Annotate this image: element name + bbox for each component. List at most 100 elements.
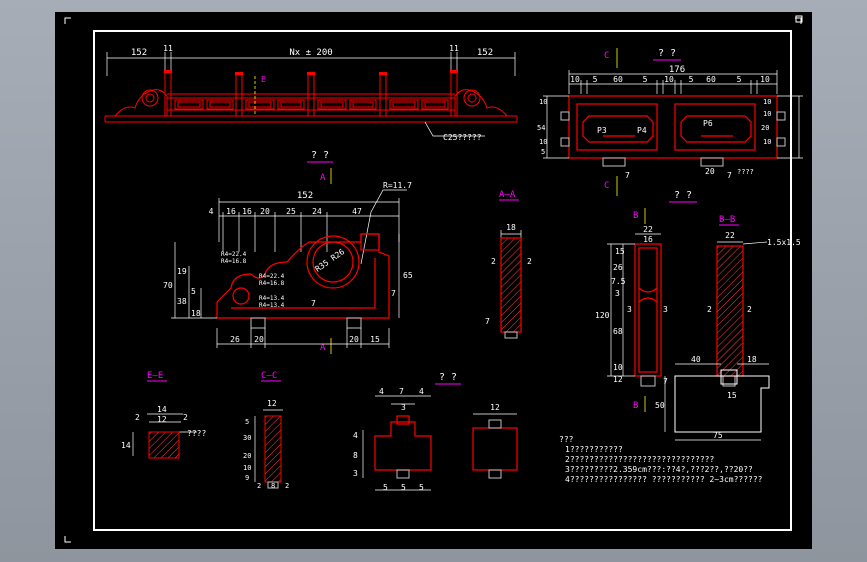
plan-side-dim-3: 10 (539, 138, 547, 146)
section-ee-dim-4: 2 (135, 413, 140, 422)
side-left-dim-1: 15 (615, 247, 625, 256)
plan-dim-top-8: 5 (737, 75, 742, 84)
side-left-dim-8: 12 (613, 375, 623, 384)
front-radius-5: R4=13.4 (259, 295, 285, 302)
section-bb-left: 2 (707, 305, 712, 314)
front-view-title: ? ? (311, 150, 329, 161)
front-mid-dim: 7 (311, 299, 316, 308)
section-ee-dim-2: 2 (183, 413, 188, 422)
plan-dim-top-4: 5 (643, 75, 648, 84)
section-aa-title: A—A (499, 190, 516, 200)
cad-viewport[interactable]: 152 11 Nx ± 200 11 152 E C25????? ? ? C … (0, 0, 867, 562)
section-cc-top: 12 (267, 399, 277, 408)
note-line-1: 1??????????? (565, 445, 623, 454)
section-cc-bottom-3: 2 (285, 482, 289, 490)
section-ee: E—E 14 2 12 2 14 ???? (121, 371, 206, 459)
notes-heading: ??? (559, 435, 574, 444)
front-section-mark-bottom: A (320, 343, 326, 353)
side-left-dim-5: 68 (613, 327, 623, 336)
front-section-mark-top: A (320, 173, 326, 183)
railing-dim-span: Nx ± 200 (289, 48, 332, 58)
section-cc-bottom-2: 8 (271, 482, 275, 490)
note-line-3: 3?????????2.359cm???:??4?,???2??,??20?? (565, 465, 753, 474)
detail-bottom-dim-2: 5 (401, 483, 406, 492)
section-cc-left-3: 20 (243, 452, 251, 460)
detail-left-dim-1: 4 (353, 431, 358, 440)
plan-overall-dim: 176 (669, 65, 685, 75)
detail-bottom-dim-3: 5 (419, 483, 424, 492)
section-ee-title: E—E (147, 371, 163, 381)
front-dim-bottom-2: 20 (254, 335, 264, 344)
side-left-dim-4: 3 (615, 289, 620, 298)
section-bb-base-2: 18 (747, 355, 757, 364)
plan-section-mark-top: C (604, 51, 609, 61)
section-bb-base-1: 40 (691, 355, 701, 364)
plan-bottom-dim-1: 7 (625, 171, 630, 180)
side-left-dim-3: 7.5 (611, 277, 626, 286)
section-bb-base-3: 50 (655, 401, 665, 410)
side-view-title: ? ? (674, 190, 692, 201)
cad-drawing: 152 11 Nx ± 200 11 152 E C25????? ? ? C … (64, 15, 803, 543)
front-radius-6: R4=13.4 (259, 302, 285, 309)
section-cc-left-2: 30 (243, 434, 251, 442)
front-radius-note: R=11.7 (383, 181, 412, 190)
plan-side-dim-7: 20 (761, 124, 769, 132)
side-top-dim-2: 16 (643, 235, 653, 244)
plan-side-dim-8: 10 (763, 138, 771, 146)
side-right-dim: 7 (663, 377, 668, 386)
plan-side-dim-2: 54 (537, 124, 545, 132)
plan-label-p6: P6 (703, 119, 713, 128)
plan-dim-top-7: 60 (706, 75, 716, 84)
section-ee-dim-5: 14 (121, 441, 131, 450)
drawing-canvas[interactable]: 152 11 Nx ± 200 11 152 E C25????? ? ? C … (55, 12, 812, 549)
section-bb-base-4: 15 (727, 391, 737, 400)
section-cc-title: C—C (261, 371, 277, 381)
plan-dim-top-6: 5 (689, 75, 694, 84)
front-dim-bottom-3: 20 (349, 335, 359, 344)
side-left-dim-7: 10 (613, 363, 623, 372)
plan-dim-top-3: 60 (613, 75, 623, 84)
section-aa-side-left: 2 (491, 257, 496, 266)
plan-side-dim-6: 10 (763, 110, 771, 118)
front-dim-top-3: 16 (242, 207, 252, 216)
section-aa-side-right: 2 (527, 257, 532, 266)
detail-top-dim-1: 4 (379, 387, 384, 396)
detail-side-top: 12 (490, 403, 500, 412)
front-radius-4: R4=16.8 (259, 280, 285, 287)
railing-dim-post-left: 11 (163, 44, 173, 53)
section-ee-note: ???? (187, 429, 206, 438)
front-dim-top-5: 25 (286, 207, 296, 216)
front-dim-left-3: 38 (177, 297, 187, 306)
section-aa-width: 18 (506, 223, 516, 232)
detail-top-dim-3: 4 (419, 387, 424, 396)
plan-section-mark-bottom: C (604, 181, 609, 191)
plan-bottom-dim-2: 20 (705, 167, 715, 176)
section-ee-dim-3: 12 (157, 415, 167, 424)
section-aa-bottom: 7 (485, 317, 490, 326)
plan-side-dim-1: 10 (539, 98, 547, 106)
plan-label-p3: P3 (597, 126, 607, 135)
front-dim-right-2: 7 (391, 289, 396, 298)
side-view: ? ? B B 22 16 15 26 7.5 3 68 120 10 12 3… (595, 190, 697, 412)
section-ee-dim-1: 14 (157, 405, 167, 414)
notes-block: ??? 1??????????? 2??????????????????????… (559, 435, 763, 484)
side-left-dim-2: 26 (613, 263, 623, 272)
railing-callout: C25????? (443, 133, 482, 142)
front-dim-top-6: 24 (312, 207, 322, 216)
front-dim-left-4: 5 (191, 287, 196, 296)
railing-dim-right: 152 (477, 48, 493, 58)
section-bb-chamfer: 1.5x1.5 (767, 238, 801, 247)
railing-dim-post-right: 11 (449, 44, 459, 53)
railing-section-mark: E (261, 75, 266, 84)
detail-bottom-dim-1: 5 (383, 483, 388, 492)
section-bb-right: 2 (747, 305, 752, 314)
front-view: ? ? A A 152 4 16 16 20 25 24 47 R=11.7 R… (163, 150, 413, 354)
section-cc: C—C 12 5 30 20 10 9 2 8 2 (243, 371, 289, 490)
plan-side-dim-5: 10 (763, 98, 771, 106)
plan-bottom-dim-3: 7 (727, 171, 732, 180)
plan-label-p4: P4 (637, 126, 647, 135)
front-dim-top-2: 16 (226, 207, 236, 216)
front-overall-dim: 152 (297, 191, 313, 201)
railing-elevation: 152 11 Nx ± 200 11 152 E C25????? (104, 44, 518, 142)
side-mid-dim-2: 3 (663, 305, 668, 314)
